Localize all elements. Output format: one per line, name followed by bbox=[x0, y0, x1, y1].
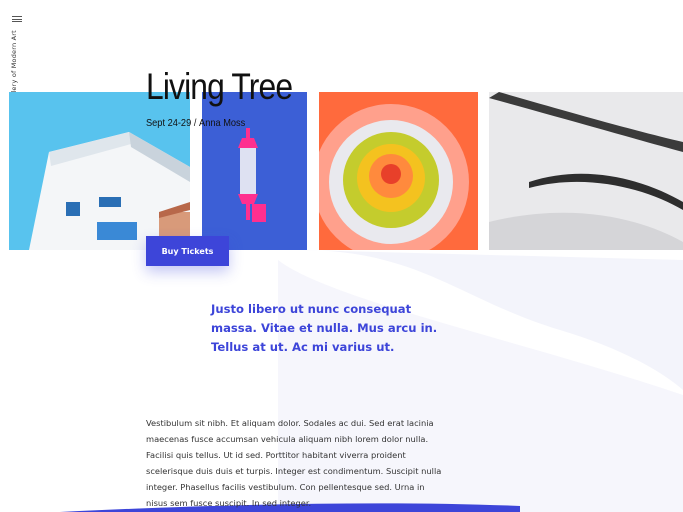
gallery-photo-architecture[interactable] bbox=[489, 92, 683, 250]
sidebar: Gallery of Modern Art bbox=[0, 0, 34, 512]
body-paragraph: Vestibulum sit nibh. Et aliquam dolor. S… bbox=[146, 418, 442, 508]
exhibition-meta: Sept 24-29/Anna Moss bbox=[146, 117, 245, 129]
buy-tickets-button[interactable]: Buy Tickets bbox=[146, 236, 229, 266]
hamburger-menu-icon[interactable] bbox=[12, 16, 22, 22]
exhibition-artist[interactable]: Anna Moss bbox=[199, 117, 245, 129]
exhibition-title: Living Tree bbox=[146, 66, 293, 107]
lead-paragraph: Justo libero ut nunc consequat massa. Vi… bbox=[211, 302, 438, 354]
gallery-photo-building[interactable] bbox=[9, 92, 190, 250]
gallery-photo-art[interactable] bbox=[319, 92, 478, 250]
gallery-photo-lamp[interactable] bbox=[202, 92, 307, 250]
exhibition-dates: Sept 24-29 bbox=[146, 117, 192, 129]
